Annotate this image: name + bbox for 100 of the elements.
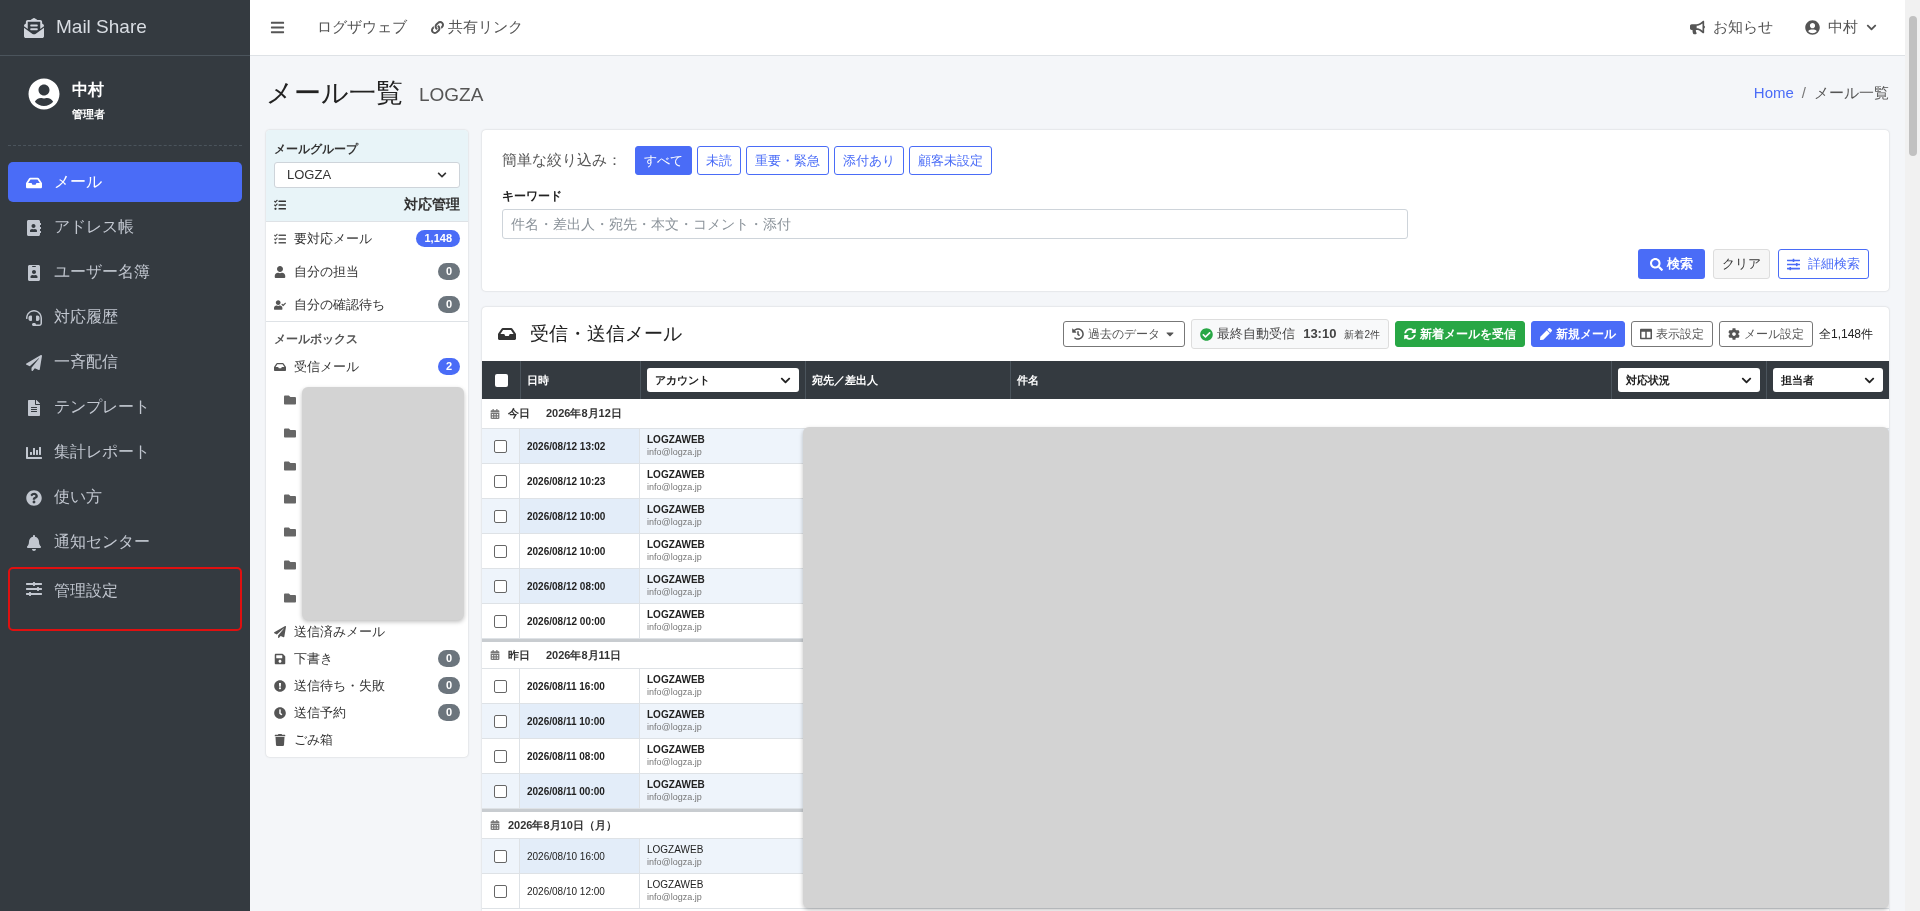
- address-book-icon: [26, 219, 42, 236]
- columns-icon: [1639, 328, 1652, 340]
- nav-item[interactable]: アドレス帳: [8, 206, 242, 247]
- scrollbar[interactable]: [1905, 0, 1920, 911]
- search-button[interactable]: 検索: [1638, 249, 1705, 279]
- mailbox-item[interactable]: ごみ箱: [266, 726, 468, 753]
- link-icon: [431, 21, 444, 34]
- row-checkbox[interactable]: [494, 749, 507, 763]
- nav-item[interactable]: メール: [8, 161, 242, 202]
- keyword-input[interactable]: 件名・差出人・宛先・本文・コメント・添付: [502, 209, 1408, 239]
- account-email: info@logza.jp: [647, 621, 703, 633]
- pen-icon: [1539, 328, 1552, 340]
- checklist-icon: [274, 198, 286, 211]
- filter-chip[interactable]: 顧客未設定: [909, 146, 992, 175]
- account-email: info@logza.jp: [647, 721, 703, 733]
- alert-icon: [274, 679, 286, 692]
- folder-icon[interactable]: [284, 492, 296, 505]
- date-cell: 2026/08/11 00:00: [520, 774, 640, 808]
- breadcrumb-link[interactable]: Home: [1753, 81, 1794, 105]
- nav-item[interactable]: 使い方: [8, 476, 242, 517]
- sliders-icon: [1787, 257, 1800, 271]
- group-select[interactable]: LOGZA: [274, 162, 460, 188]
- folder-icon[interactable]: [284, 591, 296, 604]
- nav-item[interactable]: 集計レポート: [8, 431, 242, 472]
- filter-chip[interactable]: すべて: [635, 146, 692, 175]
- folder-icon[interactable]: [284, 459, 296, 472]
- inbox-icon: [274, 360, 286, 373]
- sliders-icon: [26, 580, 42, 597]
- column-filter-select[interactable]: 担当者: [1773, 368, 1883, 392]
- nav-item[interactable]: テンプレート: [8, 386, 242, 427]
- mailbox-item[interactable]: 送信予約 0: [266, 699, 468, 726]
- nav-item[interactable]: 通知センター: [8, 521, 242, 562]
- nav-item[interactable]: 管理設定: [8, 566, 242, 631]
- mail-settings-button[interactable]: メール設定: [1718, 321, 1813, 347]
- display-settings-button[interactable]: 表示設定: [1630, 321, 1713, 347]
- account-email: info@logza.jp: [647, 686, 703, 698]
- section-title: 対応管理: [404, 195, 460, 214]
- column-header: 日時: [527, 372, 549, 388]
- mailbox-item[interactable]: 自分の確認待ち 0: [266, 288, 468, 321]
- top-link[interactable]: ログザウェブ: [317, 16, 407, 39]
- row-checkbox[interactable]: [494, 579, 507, 593]
- account-name: LOGZAWEB: [647, 469, 706, 481]
- save-icon: [274, 652, 286, 665]
- account-name: LOGZAWEB: [647, 844, 705, 856]
- row-checkbox[interactable]: [494, 509, 507, 523]
- nav-item[interactable]: ユーザー名簿: [8, 251, 242, 292]
- user-role: 管理者: [72, 107, 105, 122]
- past-data-button[interactable]: 過去のデータ: [1063, 321, 1186, 347]
- app-name: Mail Share: [56, 15, 147, 40]
- filter-chip[interactable]: 重要・緊急: [746, 146, 829, 175]
- mailbox-item[interactable]: 送信待ち・失敗 0: [266, 672, 468, 699]
- mailbox-item[interactable]: 下書き 0: [266, 645, 468, 672]
- row-checkbox[interactable]: [494, 614, 507, 628]
- filter-chip[interactable]: 添付あり: [834, 146, 904, 175]
- account-email: info@logza.jp: [647, 891, 703, 903]
- mailbox-item[interactable]: 受信メール 2: [266, 350, 468, 383]
- folder-icon[interactable]: [284, 426, 296, 439]
- folder-icon[interactable]: [284, 393, 296, 406]
- folder-icon[interactable]: [284, 525, 296, 538]
- column-filter-select[interactable]: アカウント: [647, 368, 799, 392]
- advanced-search-button[interactable]: 詳細検索: [1778, 249, 1869, 279]
- group-label: メールグループ: [274, 141, 360, 158]
- mailbox-item[interactable]: 自分の担当 0: [266, 255, 468, 288]
- group-label: 今日: [508, 406, 530, 422]
- user-name: 中村: [72, 80, 105, 100]
- bell-icon: [26, 534, 42, 551]
- user-menu[interactable]: 中村: [1805, 16, 1877, 39]
- date-cell: 2026/08/10 16:00: [520, 839, 640, 873]
- bar-chart-icon: [26, 444, 42, 461]
- column-filter-select[interactable]: 対応状況: [1618, 368, 1760, 392]
- menu-icon[interactable]: [270, 20, 285, 35]
- mail-logo-icon: [24, 17, 44, 38]
- document-icon: [26, 399, 42, 416]
- compose-button[interactable]: 新規メール: [1530, 321, 1625, 347]
- nav-item[interactable]: 一斉配信: [8, 341, 242, 382]
- top-link[interactable]: 共有リンク: [431, 16, 523, 39]
- clear-button[interactable]: クリア: [1713, 249, 1770, 279]
- history-icon: [1072, 328, 1085, 340]
- account-name: LOGZAWEB: [647, 539, 706, 551]
- row-checkbox[interactable]: [494, 849, 507, 863]
- row-checkbox[interactable]: [494, 884, 507, 898]
- clock-icon: [274, 706, 286, 719]
- row-checkbox[interactable]: [494, 679, 507, 693]
- mailbox-item[interactable]: 要対応メール 1,148: [266, 222, 468, 255]
- breadcrumb-separator: /: [1801, 82, 1806, 103]
- row-checkbox[interactable]: [494, 784, 507, 798]
- row-checkbox[interactable]: [494, 439, 507, 453]
- row-checkbox[interactable]: [494, 544, 507, 558]
- select-all-checkbox[interactable]: [494, 373, 508, 387]
- filter-chip[interactable]: 未読: [697, 146, 741, 175]
- date-cell: 2026/08/12 08:00: [520, 569, 640, 603]
- notice-link[interactable]: お知らせ: [1690, 16, 1773, 39]
- folder-icon[interactable]: [284, 558, 296, 571]
- account-name: LOGZAWEB: [647, 434, 706, 446]
- date-cell: 2026/08/12 10:00: [520, 499, 640, 533]
- row-checkbox[interactable]: [494, 474, 507, 488]
- row-checkbox[interactable]: [494, 714, 507, 728]
- count-badge: 0: [437, 677, 460, 694]
- mailbox-item[interactable]: 送信済みメール: [266, 618, 468, 645]
- nav-item[interactable]: 対応履歴: [8, 296, 242, 337]
